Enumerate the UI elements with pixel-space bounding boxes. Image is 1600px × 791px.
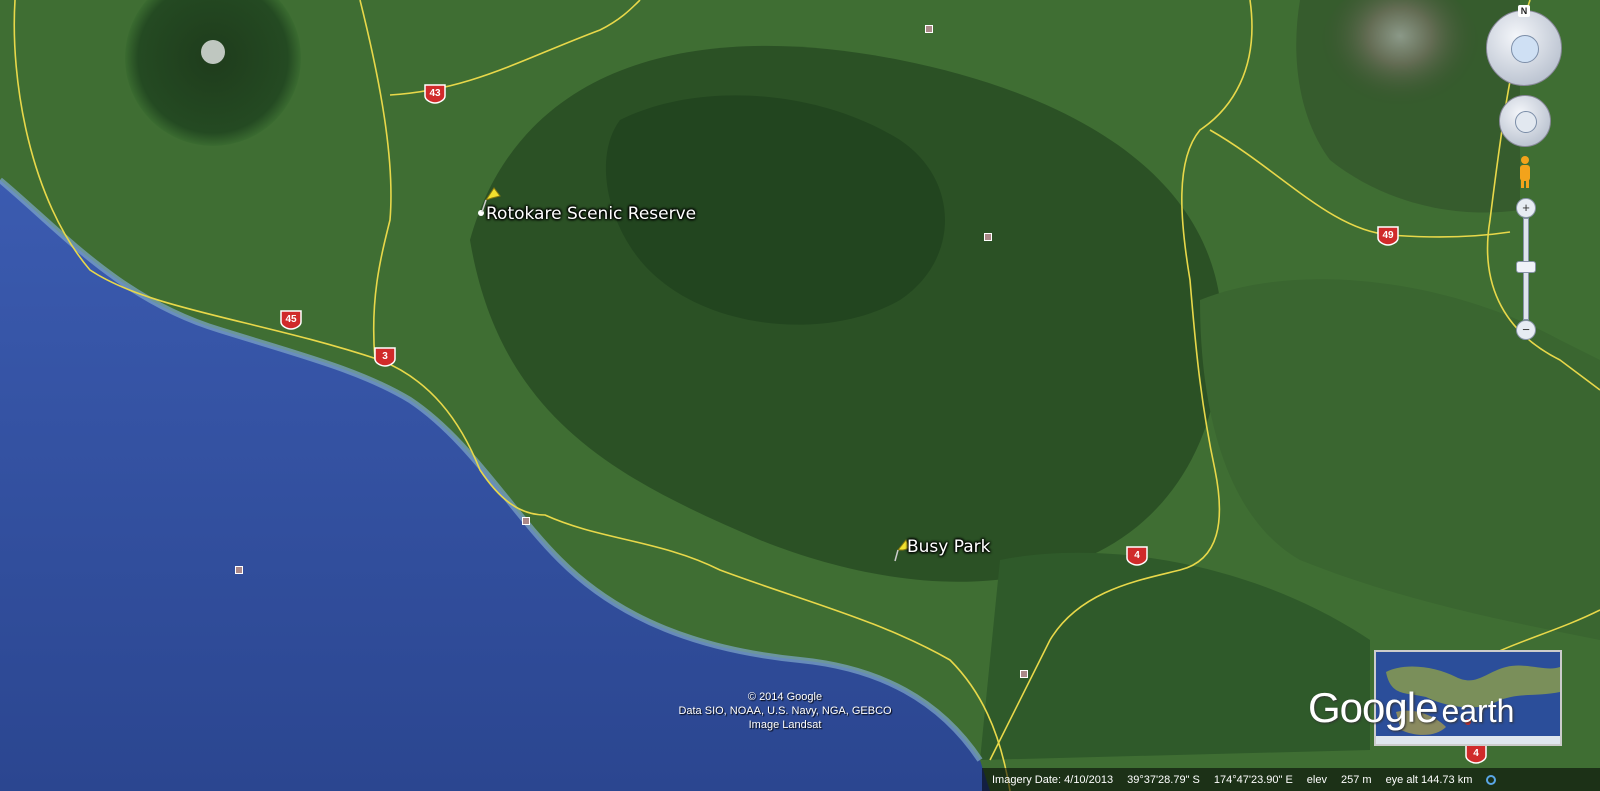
status-bar: Imagery Date: 4/10/2013 39°37'28.79" S 1… [982, 768, 1600, 791]
poi-marker[interactable] [522, 517, 530, 525]
copyright-data-line: Data SIO, NOAA, U.S. Navy, NGA, GEBCO [678, 705, 892, 717]
street-view-pegman-icon[interactable] [1517, 155, 1533, 189]
eye-altitude: eye alt 144.73 km [1385, 773, 1473, 786]
latitude: 39°37'28.79" S [1127, 773, 1200, 786]
move-control[interactable] [1499, 95, 1551, 147]
google-earth-logo: Google earth [1308, 684, 1514, 732]
zoom-in-button[interactable]: + [1516, 198, 1536, 218]
copyright-notice: © 2014 Google Data SIO, NOAA, U.S. Navy,… [640, 690, 930, 732]
map-view[interactable] [0, 0, 1600, 791]
elevation-label: elev [1306, 773, 1327, 786]
logo-earth: earth [1441, 693, 1515, 729]
elevation-value: 257 m [1340, 773, 1372, 786]
imagery-date: Imagery Date: 4/10/2013 [992, 773, 1114, 786]
highway-shield-43: 43 [424, 84, 446, 104]
volcano-peak [201, 40, 225, 64]
poi-marker[interactable] [984, 233, 992, 241]
zoom-thumb[interactable] [1516, 261, 1536, 273]
streaming-icon [1486, 774, 1497, 785]
eye-icon [1511, 35, 1539, 63]
highway-shield-4-south: 4 [1465, 744, 1487, 764]
hand-icon [1515, 111, 1537, 133]
poi-marker[interactable] [925, 25, 933, 33]
highway-shield-3: 3 [374, 347, 396, 367]
zoom-out-button[interactable]: − [1516, 320, 1536, 340]
copyright-line: © 2014 Google [747, 691, 823, 703]
place-label-rotokare[interactable]: Rotokare Scenic Reserve [486, 204, 696, 224]
highway-shield-45: 45 [280, 310, 302, 330]
place-label-busy-park[interactable]: Busy Park [907, 537, 991, 557]
poi-marker[interactable] [235, 566, 243, 574]
look-control[interactable]: N [1486, 5, 1562, 86]
poi-marker[interactable] [1020, 670, 1028, 678]
highway-shield-49: 49 [1377, 226, 1399, 246]
longitude: 174°47'23.90" E [1213, 773, 1293, 786]
compass-north-label: N [1518, 5, 1530, 17]
copyright-imagery-line: Image Landsat [748, 719, 822, 731]
highway-shield-4: 4 [1126, 546, 1148, 566]
zoom-slider[interactable]: + − [1515, 198, 1536, 340]
logo-google: Google [1308, 684, 1438, 731]
